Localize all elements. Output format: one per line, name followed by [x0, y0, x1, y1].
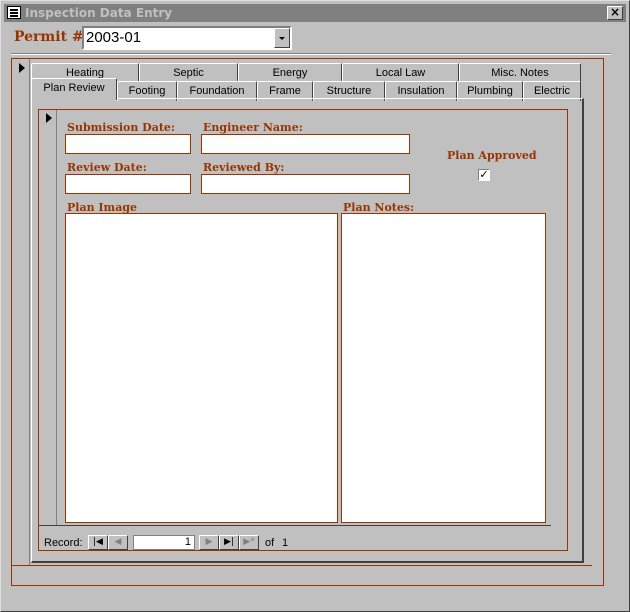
submission-date-label: Submission Date:	[67, 121, 175, 134]
of-label: of	[265, 537, 275, 549]
plan-approved-checkbox[interactable]: ✓	[478, 169, 490, 181]
permit-value[interactable]: 2003-01	[86, 29, 141, 46]
chevron-down-icon[interactable]	[274, 28, 290, 48]
reviewed-by-input[interactable]	[201, 174, 410, 194]
record-pointer-icon	[46, 113, 52, 123]
tab-label: Energy	[272, 67, 308, 79]
submission-date-input[interactable]	[65, 134, 191, 154]
first-record-icon[interactable]: |◀	[88, 535, 108, 550]
tab-label: Misc. Notes	[491, 67, 549, 79]
navigator-divider	[39, 525, 551, 526]
tab-label: Electric	[533, 85, 571, 97]
footer-divider	[12, 565, 592, 566]
subform-record-selector[interactable]	[39, 110, 57, 525]
tab-label: Structure	[326, 85, 372, 97]
close-button[interactable]: ×	[607, 6, 623, 20]
tab-energy[interactable]: Energy	[238, 63, 342, 83]
tab-plan-review[interactable]: Plan Review	[31, 78, 117, 100]
last-record-icon[interactable]: ▶|	[219, 535, 239, 550]
permit-combobox[interactable]: 2003-01	[82, 26, 292, 50]
plan-notes-textarea[interactable]	[341, 213, 546, 523]
engineer-name-input[interactable]	[201, 134, 410, 154]
reviewed-by-label: Reviewed By:	[203, 161, 285, 174]
total-records: 1	[282, 537, 289, 549]
review-date-input[interactable]	[65, 174, 191, 194]
review-date-label: Review Date:	[67, 161, 147, 174]
record-label: Record:	[44, 537, 83, 549]
tab-label: Frame	[269, 85, 301, 97]
record-pointer-icon	[19, 63, 25, 73]
tab-label: Plan Review	[43, 82, 105, 94]
prev-record-icon[interactable]: ◀	[108, 535, 128, 550]
tab-label: Foundation	[189, 85, 245, 97]
next-record-icon[interactable]: ▶	[199, 535, 219, 550]
window-title: Inspection Data Entry	[25, 6, 173, 20]
engineer-name-label: Engineer Name:	[203, 121, 303, 134]
new-record-icon[interactable]: ▶*	[239, 535, 259, 550]
tab-label: Plumbing	[467, 85, 513, 97]
title-bar[interactable]: Inspection Data Entry ×	[4, 4, 626, 22]
plan-approved-label: Plan Approved	[447, 149, 537, 162]
tab-label: Septic	[173, 67, 204, 79]
current-record-input[interactable]: 1	[133, 535, 195, 550]
checkmark-icon: ✓	[479, 168, 489, 181]
tab-septic[interactable]: Septic	[139, 63, 238, 83]
plan-image-frame[interactable]	[65, 213, 338, 523]
header-divider	[11, 53, 611, 55]
permit-label: Permit #:	[14, 29, 89, 45]
app-window: Inspection Data Entry × Permit #: 2003-0…	[0, 0, 630, 612]
record-selector-column[interactable]	[13, 59, 30, 565]
tab-label: Insulation	[397, 85, 445, 97]
tab-misc-notes[interactable]: Misc. Notes	[459, 63, 581, 83]
tab-label: Footing	[128, 85, 166, 97]
form-icon[interactable]	[7, 6, 21, 19]
tab-local-law[interactable]: Local Law	[342, 63, 459, 83]
tab-label: Local Law	[375, 67, 426, 79]
